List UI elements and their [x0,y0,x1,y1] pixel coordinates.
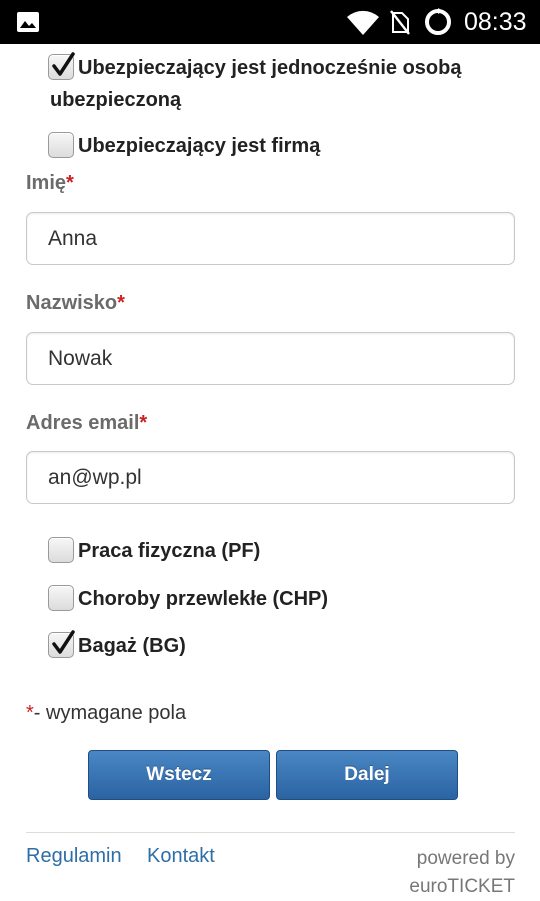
clock: 08:33 [464,8,527,36]
option-label: Bagaż (BG) [78,635,186,657]
wifi-icon [347,10,379,35]
contact-link[interactable]: Kontakt [147,845,215,868]
insured-same-person-checkbox[interactable] [48,52,75,80]
email-label: Adres email* [26,412,148,434]
footer-divider [26,832,515,833]
email-input[interactable] [26,451,515,504]
next-button[interactable]: Dalej [276,750,458,800]
powered-by-brand: euroTICKET [409,876,515,897]
physical-work-checkbox[interactable] [48,537,74,563]
option-insured-same-person[interactable]: Ubezpieczający jest jednocześnie osobą [48,52,462,82]
option-chronic-diseases[interactable]: Choroby przewlekłe (CHP) [48,585,328,613]
chronic-diseases-checkbox[interactable] [48,585,74,611]
powered-by: powered by euroTICKET [409,845,515,901]
option-label: Choroby przewlekłe (CHP) [78,588,329,610]
first-name-input[interactable] [26,212,515,265]
option-insured-company[interactable]: Ubezpieczający jest firmą [48,132,320,160]
option-label-line2: ubezpieczoną [50,89,182,111]
option-label: Ubezpieczający jest firmą [78,135,321,157]
checkmark-icon [52,630,75,654]
last-name-label: Nazwisko* [26,292,125,314]
baggage-checkbox[interactable] [48,630,75,658]
image-icon [17,12,39,32]
sync-icon [425,8,451,35]
last-name-input[interactable] [26,332,515,385]
option-physical-work[interactable]: Praca fizyczna (PF) [48,537,260,565]
checkmark-icon [52,52,75,76]
option-baggage[interactable]: Bagaż (BG) [48,630,186,660]
option-label: Praca fizyczna (PF) [78,540,261,562]
powered-by-line1: powered by [416,848,515,869]
first-name-label: Imię* [26,172,74,194]
no-sim-icon [390,10,410,35]
back-button[interactable]: Wstecz [88,750,270,800]
status-bar: 08:33 [0,0,540,44]
required-fields-note: *- wymagane pola [26,702,187,724]
insured-company-checkbox[interactable] [48,132,74,158]
terms-link[interactable]: Regulamin [26,845,122,868]
option-label-line1: Ubezpieczający jest jednocześnie osobą [78,57,462,79]
